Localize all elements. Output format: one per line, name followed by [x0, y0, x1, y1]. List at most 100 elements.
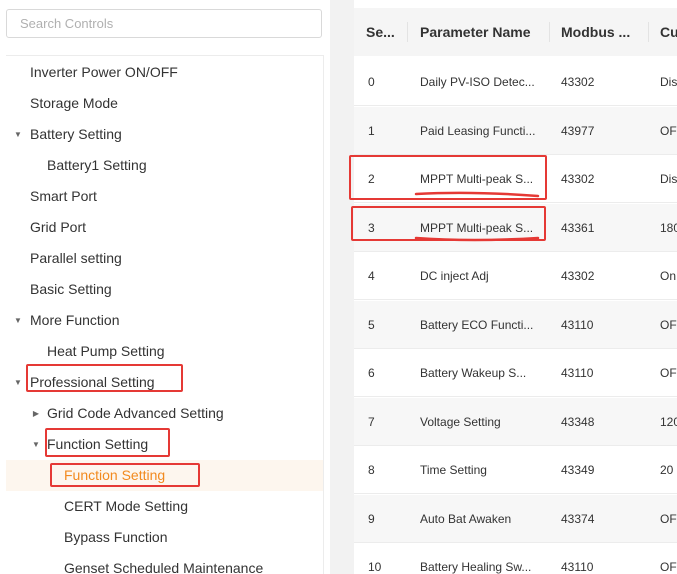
search-controls-input[interactable]: Search Controls: [6, 9, 322, 38]
cell-sequence: 10: [368, 560, 382, 574]
tree-item-bypass-function[interactable]: Bypass Function: [6, 522, 323, 553]
cell-sequence: 8: [368, 463, 375, 477]
column-divider: [549, 22, 550, 42]
tree-item-label: Battery Setting: [30, 126, 122, 142]
table-row[interactable]: 6 Battery Wakeup S... 43110 OFF: [354, 349, 677, 397]
cell-modbus: 43302: [561, 172, 595, 186]
tree-item-label: Grid Code Advanced Setting: [47, 405, 224, 421]
tree-item-grid-code-advanced-setting[interactable]: ▶ Grid Code Advanced Setting: [6, 398, 323, 429]
tree-item-label: Inverter Power ON/OFF: [30, 64, 178, 80]
tree-item-label: Storage Mode: [30, 95, 118, 111]
annotation-underline-row-2: [414, 191, 540, 198]
tree-item-label: Smart Port: [30, 188, 97, 204]
annotation-underline-row-3: [414, 236, 540, 242]
annotation-highlight-professional-setting: [26, 364, 183, 392]
cell-modbus: 43110: [561, 366, 594, 380]
cell-parameter-name: Time Setting: [420, 463, 487, 477]
annotation-highlight-function-setting-selected: [50, 463, 200, 487]
tree-item-label: CERT Mode Setting: [64, 498, 188, 514]
control-tree: Inverter Power ON/OFF Storage Mode ▼ Batter…: [6, 55, 324, 574]
cell-current: OFF: [660, 366, 677, 380]
cell-sequence: 9: [368, 511, 375, 526]
tree-item-more-function[interactable]: ▼ More Function: [6, 305, 323, 336]
tree-item-heat-pump-setting[interactable]: Heat Pump Setting: [6, 336, 323, 367]
tree-item-inverter-power-on-off[interactable]: Inverter Power ON/OFF: [6, 57, 323, 88]
cell-sequence: 5: [368, 317, 375, 332]
column-header-parameter-name[interactable]: Parameter Name: [420, 8, 546, 56]
cell-parameter-name: Battery Healing Sw...: [420, 560, 532, 574]
table-header: Se... Parameter Name Modbus ... Cu: [354, 8, 677, 56]
cell-sequence: 0: [368, 75, 375, 89]
cell-sequence: 7: [368, 414, 375, 429]
cell-modbus: 43110: [561, 560, 594, 574]
caret-down-icon[interactable]: ▼: [13, 367, 23, 398]
cell-parameter-name: Voltage Setting: [420, 414, 501, 429]
control-tree-panel: Search Controls Inverter Power ON/OFF Sto…: [0, 0, 330, 574]
tree-item-label: Parallel setting: [30, 250, 122, 266]
table-row[interactable]: 0 Daily PV-ISO Detec... 43302 Dis: [354, 58, 677, 106]
cell-current: OFF: [660, 123, 677, 138]
tree-item-battery-setting[interactable]: ▼ Battery Setting: [6, 119, 323, 150]
tree-item-label: More Function: [30, 312, 120, 328]
cell-modbus: 43348: [561, 414, 595, 429]
column-header-current[interactable]: Cu: [660, 8, 677, 56]
table-row[interactable]: 7 Voltage Setting 43348 120: [354, 397, 677, 446]
cell-current: 120: [660, 414, 677, 429]
table-row[interactable]: 9 Auto Bat Awaken 43374 OFF: [354, 494, 677, 543]
panel-divider: [330, 0, 354, 574]
caret-down-icon[interactable]: ▼: [31, 429, 41, 460]
cell-parameter-name: Daily PV-ISO Detec...: [420, 75, 535, 89]
cell-current: OFF: [660, 317, 677, 332]
table-row[interactable]: 1 Paid Leasing Functi... 43977 OFF: [354, 106, 677, 155]
tree-item-label: Battery1 Setting: [47, 157, 147, 173]
tree-item-label: Bypass Function: [64, 529, 168, 545]
cell-modbus: 43349: [561, 463, 595, 477]
cell-sequence: 4: [368, 269, 375, 283]
cell-modbus: 43977: [561, 123, 595, 138]
cell-current: 180: [660, 220, 677, 235]
table-row[interactable]: 8 Time Setting 43349 20: [354, 446, 677, 494]
cell-current: On: [660, 269, 677, 283]
tree-item-label: Heat Pump Setting: [47, 343, 165, 359]
cell-parameter-name: Paid Leasing Functi...: [420, 123, 536, 138]
tree-item-label: Basic Setting: [30, 281, 112, 297]
tree-item-storage-mode[interactable]: Storage Mode: [6, 88, 323, 119]
cell-modbus: 43110: [561, 317, 594, 332]
column-header-modbus[interactable]: Modbus ...: [561, 8, 643, 56]
cell-modbus: 43374: [561, 511, 595, 526]
caret-down-icon[interactable]: ▼: [13, 305, 23, 336]
table-row[interactable]: 10 Battery Healing Sw... 43110 OFF: [354, 543, 677, 574]
tree-item-grid-port[interactable]: Grid Port: [6, 212, 323, 243]
cell-sequence: 1: [368, 123, 375, 138]
annotation-highlight-function-setting: [45, 428, 170, 457]
cell-current: Dis: [660, 75, 677, 89]
cell-parameter-name: Auto Bat Awaken: [420, 511, 512, 526]
tree-item-basic-setting[interactable]: Basic Setting: [6, 274, 323, 305]
column-divider: [407, 22, 408, 42]
cell-modbus: 43302: [561, 75, 595, 89]
cell-parameter-name: DC inject Adj: [420, 269, 489, 283]
cell-current: OFF: [660, 511, 677, 526]
cell-current: 20: [660, 463, 674, 477]
caret-right-icon[interactable]: ▶: [31, 398, 41, 429]
parameter-table: Se... Parameter Name Modbus ... Cu 0 Dail…: [354, 0, 677, 574]
table-row[interactable]: 5 Battery ECO Functi... 43110 OFF: [354, 300, 677, 349]
cell-parameter-name: Battery ECO Functi...: [420, 317, 534, 332]
cell-modbus: 43361: [561, 220, 595, 235]
tree-item-parallel-setting[interactable]: Parallel setting: [6, 243, 323, 274]
caret-down-icon[interactable]: ▼: [13, 119, 23, 150]
column-divider: [648, 22, 649, 42]
cell-modbus: 43302: [561, 269, 595, 283]
table-row[interactable]: 4 DC inject Adj 43302 On: [354, 252, 677, 300]
tree-item-label: Genset Scheduled Maintenance: [64, 560, 264, 574]
tree-item-battery1-setting[interactable]: Battery1 Setting: [6, 150, 323, 181]
cell-parameter-name: Battery Wakeup S...: [420, 366, 527, 380]
tree-item-genset-scheduled-maintenance[interactable]: Genset Scheduled Maintenance: [6, 553, 323, 574]
tree-item-smart-port[interactable]: Smart Port: [6, 181, 323, 212]
column-header-sequence[interactable]: Se...: [366, 8, 398, 56]
cell-current: Dis: [660, 172, 677, 186]
cell-current: OFF: [660, 560, 677, 574]
tree-item-cert-mode-setting[interactable]: CERT Mode Setting: [6, 491, 323, 522]
cell-sequence: 6: [368, 366, 375, 380]
tree-item-label: Grid Port: [30, 219, 87, 235]
